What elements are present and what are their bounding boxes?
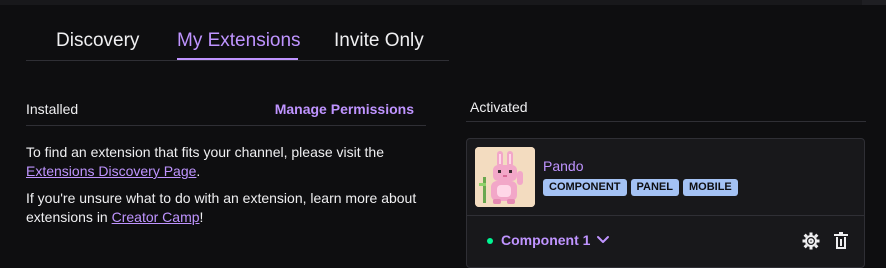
- creator-camp-info-suffix: !: [199, 209, 204, 225]
- creator-camp-link[interactable]: Creator Camp: [112, 209, 200, 225]
- creator-camp-info-prefix: If you're unsure what to do with an exte…: [26, 190, 417, 225]
- active-status-dot: [487, 238, 493, 244]
- discovery-info-suffix: .: [196, 163, 201, 179]
- remove-button[interactable]: [831, 231, 851, 251]
- extension-thumbnail: [475, 147, 535, 207]
- badge-panel: PANEL: [630, 179, 679, 196]
- pando-bunny-icon: [475, 147, 535, 207]
- installed-title: Installed: [26, 101, 79, 117]
- extension-tabs: Discovery My Extensions Invite Only: [26, 20, 449, 61]
- active-tab-indicator: [177, 58, 298, 60]
- extension-card: Pando COMPONENT PANEL MOBILE Component 1: [466, 138, 865, 268]
- gear-icon: [802, 232, 820, 250]
- settings-button[interactable]: [801, 231, 821, 251]
- slot-selector-button[interactable]: Component 1: [501, 232, 610, 248]
- creator-camp-info-text: If you're unsure what to do with an exte…: [26, 189, 436, 227]
- discovery-info-prefix: To find an extension that fits your chan…: [26, 144, 384, 160]
- slot-row: Component 1: [467, 216, 864, 266]
- activated-header: Activated: [466, 94, 866, 122]
- discovery-info-text: To find an extension that fits your chan…: [26, 143, 436, 181]
- slot-label: Component 1: [501, 232, 591, 248]
- badge-mobile: MOBILE: [682, 179, 738, 196]
- installed-header: Installed Manage Permissions: [26, 96, 426, 126]
- top-bar-scrollbar[interactable]: [862, 0, 886, 5]
- badge-component: COMPONENT: [543, 179, 627, 196]
- tab-invite-only[interactable]: Invite Only: [334, 30, 424, 52]
- manage-permissions-link[interactable]: Manage Permissions: [275, 101, 414, 117]
- tab-discovery[interactable]: Discovery: [56, 30, 139, 52]
- extensions-discovery-link[interactable]: Extensions Discovery Page: [26, 163, 196, 179]
- activated-title: Activated: [470, 99, 528, 115]
- trash-icon: [834, 232, 848, 249]
- chevron-down-icon: [597, 236, 610, 243]
- extension-badges: COMPONENT PANEL MOBILE: [543, 179, 738, 196]
- extension-name[interactable]: Pando: [543, 158, 583, 174]
- top-bar: [0, 0, 886, 5]
- tab-my-extensions[interactable]: My Extensions: [177, 30, 301, 52]
